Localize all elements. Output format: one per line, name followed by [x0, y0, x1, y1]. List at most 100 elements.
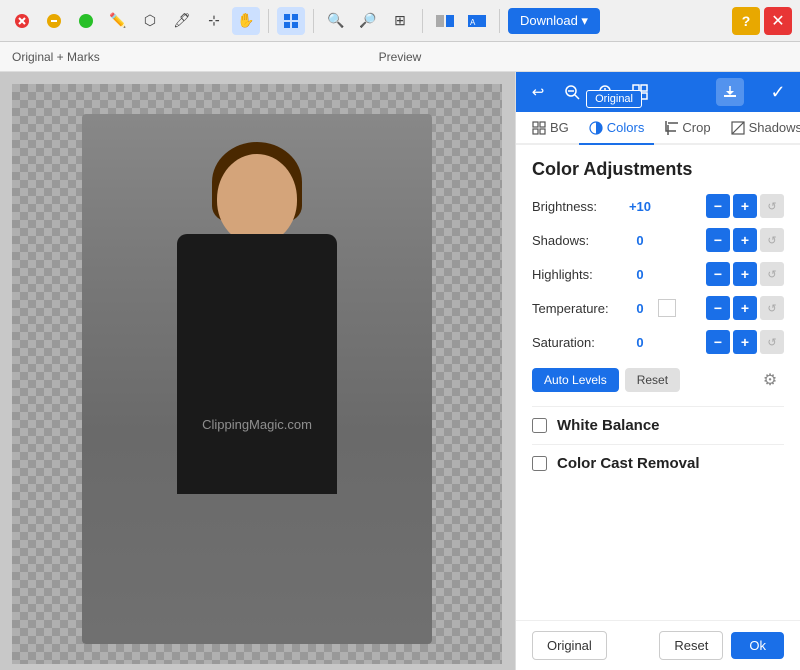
color-cast-section: Color Cast Removal	[532, 444, 784, 482]
brightness-label: Brightness:	[532, 199, 622, 214]
shadows-controls: − + ↺	[706, 228, 784, 252]
split-view-btn[interactable]: A	[463, 7, 491, 35]
main-toolbar: ✏️ ⬡ 🖊 ⊹ ✋ 🔍 🔎 ⊞ A Download ▾ ? ✕	[0, 0, 800, 42]
tab-bg[interactable]: BG	[522, 112, 579, 145]
select-btn[interactable]: ⊹	[200, 7, 228, 35]
shadows-plus-btn[interactable]: +	[733, 228, 757, 252]
maximize-btn[interactable]	[72, 7, 100, 35]
temperature-reset-btn[interactable]: ↺	[760, 296, 784, 320]
saturation-minus-btn[interactable]: −	[706, 330, 730, 354]
person-body	[177, 234, 337, 494]
temperature-row: Temperature: 0 − + ↺	[532, 296, 784, 320]
fit-view-btn[interactable]: ⊞	[386, 7, 414, 35]
eraser-btn[interactable]: ⬡	[136, 7, 164, 35]
list-view-btn[interactable]	[277, 7, 305, 35]
temperature-value: 0	[622, 301, 658, 316]
brightness-reset-btn[interactable]: ↺	[760, 194, 784, 218]
saturation-plus-btn[interactable]: +	[733, 330, 757, 354]
highlights-minus-btn[interactable]: −	[706, 262, 730, 286]
divider-3	[422, 9, 423, 33]
shadows-value: 0	[622, 233, 658, 248]
tab-bg-label: BG	[550, 120, 569, 135]
saturation-row: Saturation: 0 − + ↺	[532, 330, 784, 354]
confirm-panel-btn[interactable]: ✓	[764, 78, 792, 106]
svg-text:A: A	[470, 18, 476, 27]
pencil-btn[interactable]: ✏️	[104, 7, 132, 35]
right-panel: ↩ ✓ BG Colors	[515, 72, 800, 670]
white-balance-checkbox[interactable]	[532, 418, 547, 433]
highlights-reset-btn[interactable]: ↺	[760, 262, 784, 286]
help-button[interactable]: ?	[732, 7, 760, 35]
photo-simulation	[82, 114, 432, 644]
original-badge: Original	[586, 90, 642, 108]
shadows-reset-btn[interactable]: ↺	[760, 228, 784, 252]
white-balance-section: White Balance	[532, 406, 784, 444]
shadows-minus-btn[interactable]: −	[706, 228, 730, 252]
highlights-row: Highlights: 0 − + ↺	[532, 262, 784, 286]
highlights-label: Highlights:	[532, 267, 622, 282]
tab-crop-label: Crop	[682, 120, 710, 135]
highlights-value: 0	[622, 267, 658, 282]
brightness-controls: − + ↺	[706, 194, 784, 218]
minimize-btn[interactable]	[40, 7, 68, 35]
tab-shadows[interactable]: Shadows	[721, 112, 800, 145]
tab-colors-label: Colors	[607, 120, 645, 135]
settings-gear-button[interactable]: ⚙	[756, 366, 784, 394]
brightness-value: +10	[622, 199, 658, 214]
panel-footer: Original Reset Ok	[516, 620, 800, 670]
tab-crop[interactable]: Crop	[654, 112, 720, 145]
color-adjustments-title: Color Adjustments	[532, 159, 784, 180]
shadows-row: Shadows: 0 − + ↺	[532, 228, 784, 252]
undo-button[interactable]: ↩	[524, 78, 552, 106]
tab-shadows-label: Shadows	[749, 120, 800, 135]
brightness-row: Brightness: +10 − + ↺	[532, 194, 784, 218]
saturation-controls: − + ↺	[706, 330, 784, 354]
saturation-value: 0	[622, 335, 658, 350]
auto-levels-button[interactable]: Auto Levels	[532, 368, 619, 392]
color-cast-checkbox[interactable]	[532, 456, 547, 471]
highlights-controls: − + ↺	[706, 262, 784, 286]
auto-row: Auto Levels Reset ⚙	[532, 366, 784, 394]
subtoolbar: Original + Marks Preview Original	[0, 42, 800, 72]
temperature-minus-btn[interactable]: −	[706, 296, 730, 320]
footer-ok-button[interactable]: Ok	[731, 632, 784, 659]
temperature-plus-btn[interactable]: +	[733, 296, 757, 320]
divider-1	[268, 9, 269, 33]
divider-2	[313, 9, 314, 33]
marker-btn[interactable]: 🖊	[168, 7, 196, 35]
shadows-label: Shadows:	[532, 233, 622, 248]
panel-tabs: BG Colors Crop Shadows	[516, 112, 800, 145]
zoom-in-canvas-btn[interactable]: 🔎	[354, 7, 382, 35]
zoom-out-panel-btn[interactable]	[558, 78, 586, 106]
saturation-label: Saturation:	[532, 335, 622, 350]
main-area: ClippingMagic.com ↩ ✓	[0, 72, 800, 670]
white-balance-label[interactable]: White Balance	[557, 417, 660, 434]
highlights-plus-btn[interactable]: +	[733, 262, 757, 286]
panel-content: Color Adjustments Brightness: +10 − + ↺ …	[516, 145, 800, 620]
zoom-out-canvas-btn[interactable]: 🔍	[322, 7, 350, 35]
close-circle-btn[interactable]	[8, 7, 36, 35]
temperature-label: Temperature:	[532, 301, 622, 316]
temperature-swatch	[658, 299, 676, 317]
preview-label: Preview	[379, 50, 422, 64]
original-view-btn[interactable]	[431, 7, 459, 35]
canvas-area[interactable]: ClippingMagic.com	[0, 72, 515, 670]
footer-original-button[interactable]: Original	[532, 631, 607, 660]
person-head	[217, 154, 297, 244]
download-button[interactable]: Download ▾	[508, 8, 600, 34]
brightness-minus-btn[interactable]: −	[706, 194, 730, 218]
hand-tool-btn[interactable]: ✋	[232, 7, 260, 35]
divider-4	[499, 9, 500, 33]
window-close-button[interactable]: ✕	[764, 7, 792, 35]
saturation-reset-btn[interactable]: ↺	[760, 330, 784, 354]
panel-actions-bar: ↩ ✓	[516, 72, 800, 112]
canvas-inner: ClippingMagic.com	[12, 84, 502, 664]
download-panel-btn[interactable]	[716, 78, 744, 106]
color-cast-label[interactable]: Color Cast Removal	[557, 455, 700, 472]
download-label: Download ▾	[520, 13, 588, 29]
footer-reset-button[interactable]: Reset	[659, 631, 723, 660]
brightness-plus-btn[interactable]: +	[733, 194, 757, 218]
temperature-controls: − + ↺	[706, 296, 784, 320]
tab-colors[interactable]: Colors	[579, 112, 655, 145]
reset-adjustments-button[interactable]: Reset	[625, 368, 680, 392]
